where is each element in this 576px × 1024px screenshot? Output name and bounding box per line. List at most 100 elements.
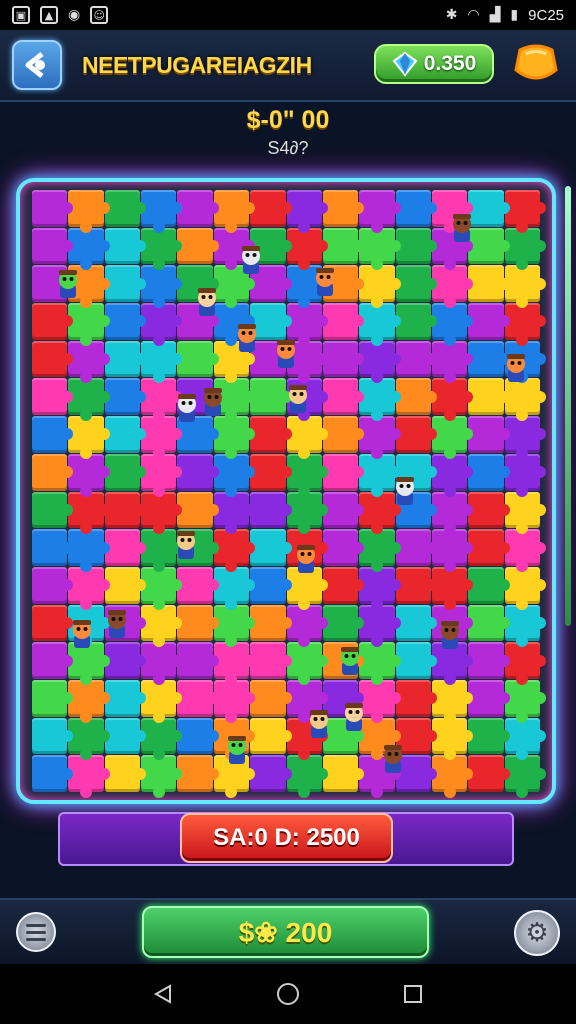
puzzle-piece[interactable] xyxy=(177,717,220,755)
puzzle-piece[interactable] xyxy=(431,529,474,572)
puzzle-piece[interactable] xyxy=(322,378,365,416)
puzzle-piece[interactable] xyxy=(32,642,74,679)
puzzle-piece[interactable] xyxy=(468,303,511,340)
puzzle-piece[interactable] xyxy=(468,642,511,679)
character-piece[interactable] xyxy=(341,702,367,732)
puzzle-piece[interactable] xyxy=(32,566,74,604)
puzzle-piece[interactable] xyxy=(32,604,74,642)
back-button[interactable] xyxy=(12,40,62,90)
puzzle-piece[interactable] xyxy=(32,679,74,717)
puzzle-piece[interactable] xyxy=(32,190,74,227)
puzzle-piece[interactable] xyxy=(141,679,183,723)
puzzle-piece[interactable] xyxy=(213,529,256,572)
puzzle-piece[interactable] xyxy=(177,604,220,642)
puzzle-piece[interactable] xyxy=(359,227,401,271)
character-piece[interactable] xyxy=(194,287,220,317)
puzzle-piece[interactable] xyxy=(468,566,511,604)
puzzle-piece[interactable] xyxy=(250,755,292,792)
character-piece[interactable] xyxy=(69,619,95,649)
puzzle-piece[interactable] xyxy=(504,529,547,572)
puzzle-piece[interactable] xyxy=(141,529,183,572)
puzzle-piece[interactable] xyxy=(504,755,547,798)
puzzle-piece[interactable] xyxy=(250,529,292,566)
puzzle-piece[interactable] xyxy=(322,303,365,340)
puzzle-piece[interactable] xyxy=(468,265,511,303)
character-piece[interactable] xyxy=(174,393,200,423)
nav-home-button[interactable] xyxy=(276,982,300,1006)
puzzle-piece[interactable] xyxy=(322,416,365,453)
puzzle-piece[interactable] xyxy=(177,755,220,792)
puzzle-piece[interactable] xyxy=(141,190,183,233)
puzzle-piece[interactable] xyxy=(177,190,220,227)
puzzle-piece[interactable] xyxy=(286,190,329,233)
puzzle-piece[interactable] xyxy=(322,453,365,491)
puzzle-piece[interactable] xyxy=(431,416,474,459)
puzzle-piece[interactable] xyxy=(68,755,111,798)
puzzle-piece[interactable] xyxy=(104,340,147,378)
puzzle-piece[interactable] xyxy=(431,679,474,723)
puzzle-piece[interactable] xyxy=(431,378,474,421)
puzzle-piece[interactable] xyxy=(504,378,547,421)
puzzle-piece[interactable] xyxy=(68,303,111,346)
character-piece[interactable] xyxy=(449,213,475,243)
puzzle-piece[interactable] xyxy=(177,642,220,679)
character-piece[interactable] xyxy=(437,620,463,650)
puzzle-piece[interactable] xyxy=(395,378,438,416)
puzzle-piece[interactable] xyxy=(359,566,401,610)
puzzle-piece[interactable] xyxy=(359,378,401,421)
puzzle-piece[interactable] xyxy=(104,378,147,416)
puzzle-piece[interactable] xyxy=(359,491,401,534)
puzzle-piece[interactable] xyxy=(177,491,220,529)
puzzle-piece[interactable] xyxy=(141,227,183,271)
puzzle-piece[interactable] xyxy=(286,416,329,459)
puzzle-piece[interactable] xyxy=(104,491,147,529)
puzzle-piece[interactable] xyxy=(213,416,256,459)
puzzle-piece[interactable] xyxy=(104,717,147,755)
puzzle-piece[interactable] xyxy=(322,190,365,227)
puzzle-piece[interactable] xyxy=(177,340,220,378)
character-piece[interactable] xyxy=(392,476,418,506)
character-piece[interactable] xyxy=(238,245,264,275)
character-piece[interactable] xyxy=(234,323,260,353)
character-piece[interactable] xyxy=(273,339,299,369)
puzzle-piece[interactable] xyxy=(504,303,547,346)
puzzle-piece[interactable] xyxy=(177,679,220,717)
puzzle-piece[interactable] xyxy=(32,378,74,416)
puzzle-piece[interactable] xyxy=(468,491,511,529)
puzzle-piece[interactable] xyxy=(322,604,365,642)
puzzle-piece[interactable] xyxy=(395,227,438,265)
puzzle-piece[interactable] xyxy=(68,679,111,723)
puzzle-piece[interactable] xyxy=(68,491,111,534)
puzzle-piece[interactable] xyxy=(468,679,511,717)
puzzle-piece[interactable] xyxy=(286,604,329,647)
puzzle-piece[interactable] xyxy=(468,604,511,642)
puzzle-piece[interactable] xyxy=(431,303,474,346)
puzzle-piece[interactable] xyxy=(213,604,256,647)
puzzle-piece[interactable] xyxy=(213,190,256,233)
puzzle-piece[interactable] xyxy=(322,529,365,566)
settings-button[interactable]: ⚙ xyxy=(514,910,560,956)
puzzle-piece[interactable] xyxy=(322,227,365,265)
puzzle-piece[interactable] xyxy=(32,755,74,792)
puzzle-piece[interactable] xyxy=(32,303,74,340)
puzzle-piece[interactable] xyxy=(395,303,438,340)
puzzle-piece[interactable] xyxy=(68,190,111,233)
puzzle-piece[interactable] xyxy=(32,340,74,378)
puzzle-piece[interactable] xyxy=(104,642,147,679)
board-scrollbar[interactable] xyxy=(565,186,571,626)
puzzle-piece[interactable] xyxy=(504,453,547,497)
puzzle-piece[interactable] xyxy=(431,491,474,534)
puzzle-piece[interactable] xyxy=(68,416,111,459)
puzzle-piece[interactable] xyxy=(141,416,183,459)
puzzle-piece[interactable] xyxy=(322,566,365,604)
puzzle-piece[interactable] xyxy=(395,642,438,679)
puzzle-board[interactable] xyxy=(32,190,547,798)
star-badge-icon[interactable] xyxy=(512,40,560,88)
puzzle-piece[interactable] xyxy=(213,491,256,534)
character-piece[interactable] xyxy=(104,609,130,639)
puzzle-piece[interactable] xyxy=(250,416,292,453)
nav-recents-button[interactable] xyxy=(401,982,425,1006)
puzzle-piece[interactable] xyxy=(177,566,220,604)
puzzle-piece[interactable] xyxy=(104,755,147,792)
puzzle-piece[interactable] xyxy=(213,679,256,723)
